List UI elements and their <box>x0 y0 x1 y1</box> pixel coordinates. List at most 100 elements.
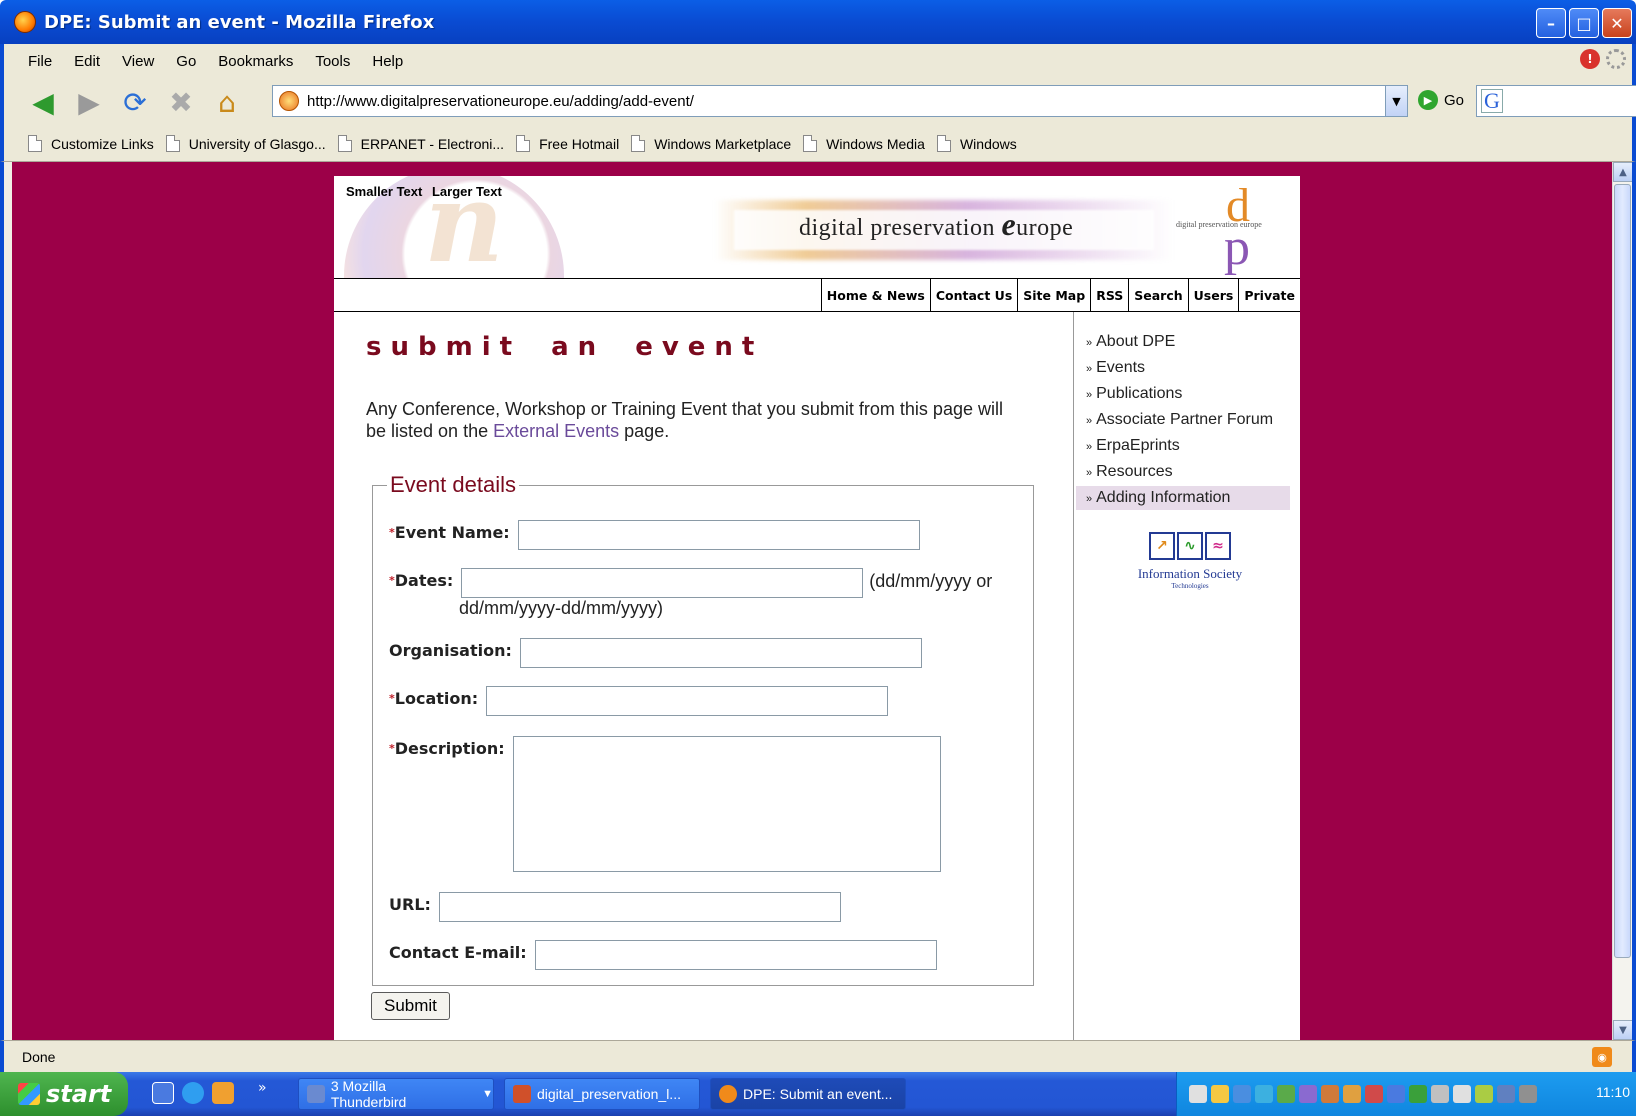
tray-app-icon[interactable] <box>1431 1085 1449 1103</box>
tray-app-icon[interactable] <box>1277 1085 1295 1103</box>
menu-view[interactable]: View <box>122 53 154 70</box>
scroll-up-icon[interactable]: ▲ <box>1613 162 1632 182</box>
sidebar-item-about[interactable]: » About DPE <box>1076 330 1290 354</box>
tray-volume-icon[interactable] <box>1519 1085 1537 1103</box>
reload-icon[interactable]: ⟳ <box>118 85 152 119</box>
page-icon <box>803 135 818 152</box>
quick-launch-more-icon[interactable]: » <box>258 1080 267 1096</box>
submit-button[interactable]: Submit <box>371 992 450 1020</box>
quick-launch <box>152 1082 234 1104</box>
menu-tools[interactable]: Tools <box>315 53 350 70</box>
event-name-row: *Event Name: <box>389 520 920 550</box>
sidebar: » About DPE » Events » Publications » Associ… <box>1076 312 1300 1040</box>
nav-contact-us[interactable]: Contact Us <box>929 279 1017 312</box>
nav-private[interactable]: Private <box>1238 279 1300 312</box>
bookmark-item[interactable]: University of Glasgo... <box>165 135 326 152</box>
organisation-label: Organisation: <box>389 641 512 660</box>
sidebar-item-events[interactable]: » Events <box>1076 356 1290 380</box>
sidebar-item-publications[interactable]: » Publications <box>1076 382 1290 406</box>
stop-icon[interactable]: ✖ <box>164 85 198 119</box>
nav-search[interactable]: Search <box>1128 279 1187 312</box>
location-row: *Location: <box>389 686 889 716</box>
external-events-link[interactable]: External Events <box>493 421 619 441</box>
firefox-icon <box>14 11 36 33</box>
organisation-input[interactable] <box>519 638 922 668</box>
minimize-button[interactable]: – <box>1536 8 1566 38</box>
search-engine-box[interactable]: G <box>1476 85 1636 117</box>
email-input[interactable] <box>534 940 937 970</box>
start-button[interactable]: start <box>0 1072 128 1116</box>
menu-help[interactable]: Help <box>372 53 403 70</box>
bookmark-item[interactable]: ERPANET - Electroni... <box>337 135 504 152</box>
navigation-toolbar: ◀ ▶ ⟳ ✖ ⌂ http://www.digitalpreservation… <box>0 78 1636 126</box>
dates-hint-continued: dd/mm/yyyy-dd/mm/yyyy) <box>459 598 664 618</box>
bookmark-item[interactable]: Windows Marketplace <box>631 135 791 152</box>
ist-logo[interactable]: ↗ ∿ ≈ Information Society Technologies <box>1120 532 1260 600</box>
description-label: *Description: <box>389 739 505 758</box>
location-input[interactable] <box>486 686 889 716</box>
taskbar-item-firefox[interactable]: DPE: Submit an event... <box>710 1078 906 1110</box>
event-name-input[interactable] <box>517 520 920 550</box>
dates-label: *Dates: <box>389 571 454 590</box>
nav-rss[interactable]: RSS <box>1090 279 1128 312</box>
smaller-text-link[interactable]: Smaller Text <box>346 184 422 199</box>
taskbar-item-thunderbird[interactable]: 3 Mozilla Thunderbird ▼ <box>298 1078 494 1110</box>
scroll-down-icon[interactable]: ▼ <box>1613 1020 1632 1040</box>
tray-app-icon[interactable] <box>1321 1085 1339 1103</box>
bookmark-item[interactable]: Free Hotmail <box>516 135 619 152</box>
tray-app-icon[interactable] <box>1475 1085 1493 1103</box>
tray-app-icon[interactable] <box>1409 1085 1427 1103</box>
dates-row: *Dates: (dd/mm/yyyy or <box>389 568 992 598</box>
menu-edit[interactable]: Edit <box>74 53 100 70</box>
nav-home-news[interactable]: Home & News <box>820 279 930 312</box>
sidebar-item-erpaeprints[interactable]: » ErpaEprints <box>1076 434 1290 458</box>
address-bar[interactable]: http://www.digitalpreservationeurope.eu/… <box>272 85 1408 117</box>
tray-app-icon[interactable] <box>1343 1085 1361 1103</box>
go-button[interactable]: ▶ Go <box>1418 90 1464 110</box>
bookmark-item[interactable]: Customize Links <box>28 135 154 152</box>
nav-users[interactable]: Users <box>1187 279 1239 312</box>
tray-icon[interactable] <box>1189 1085 1207 1103</box>
powerpoint-icon <box>513 1085 531 1103</box>
firefox-icon <box>719 1085 737 1103</box>
scrollbar-thumb[interactable] <box>1614 184 1631 958</box>
description-textarea[interactable] <box>512 736 941 872</box>
bookmark-item[interactable]: Windows Media <box>803 135 925 152</box>
sidebar-item-adding-information[interactable]: » Adding Information <box>1076 486 1290 510</box>
quick-launch-desktop-icon[interactable] <box>152 1082 174 1104</box>
taskbar-item-document[interactable]: digital_preservation_l... <box>504 1078 700 1110</box>
rss-feed-icon[interactable]: ◉ <box>1592 1047 1612 1067</box>
menu-file[interactable]: File <box>28 53 52 70</box>
tray-network-icon[interactable] <box>1233 1085 1251 1103</box>
quick-launch-ie-icon[interactable] <box>182 1082 204 1104</box>
menu-go[interactable]: Go <box>176 53 196 70</box>
organisation-row: Organisation: <box>389 638 922 668</box>
nav-site-map[interactable]: Site Map <box>1017 279 1090 312</box>
chevron-down-icon[interactable]: ▼ <box>1385 86 1407 116</box>
sidebar-item-resources[interactable]: » Resources <box>1076 460 1290 484</box>
tray-app-icon[interactable] <box>1453 1085 1471 1103</box>
tray-app-icon[interactable] <box>1497 1085 1515 1103</box>
url-input[interactable] <box>438 892 841 922</box>
site-logo[interactable]: digital preservation europe <box>799 206 1073 243</box>
tray-app-icon[interactable] <box>1365 1085 1383 1103</box>
tray-network-icon[interactable] <box>1255 1085 1273 1103</box>
sidebar-item-associate-partner-forum[interactable]: » Associate Partner Forum <box>1076 408 1290 432</box>
address-url[interactable]: http://www.digitalpreservationeurope.eu/… <box>307 93 694 110</box>
tray-app-icon[interactable] <box>1299 1085 1317 1103</box>
dates-input[interactable] <box>461 568 864 598</box>
menu-bookmarks[interactable]: Bookmarks <box>218 53 293 70</box>
maximize-button[interactable]: □ <box>1569 8 1599 38</box>
close-button[interactable]: ✕ <box>1602 8 1632 38</box>
quick-launch-app-icon[interactable] <box>212 1082 234 1104</box>
back-arrow-icon[interactable]: ◀ <box>26 85 60 119</box>
larger-text-link[interactable]: Larger Text <box>432 184 502 199</box>
tray-shield-icon[interactable] <box>1211 1085 1229 1103</box>
tray-app-icon[interactable] <box>1387 1085 1405 1103</box>
forward-arrow-icon[interactable]: ▶ <box>72 85 106 119</box>
windows-flag-icon <box>18 1083 40 1105</box>
home-icon[interactable]: ⌂ <box>210 85 244 119</box>
bookmark-item[interactable]: Windows <box>936 135 1017 152</box>
vertical-scrollbar[interactable]: ▲ ▼ <box>1612 162 1632 1040</box>
location-label: *Location: <box>389 689 479 708</box>
